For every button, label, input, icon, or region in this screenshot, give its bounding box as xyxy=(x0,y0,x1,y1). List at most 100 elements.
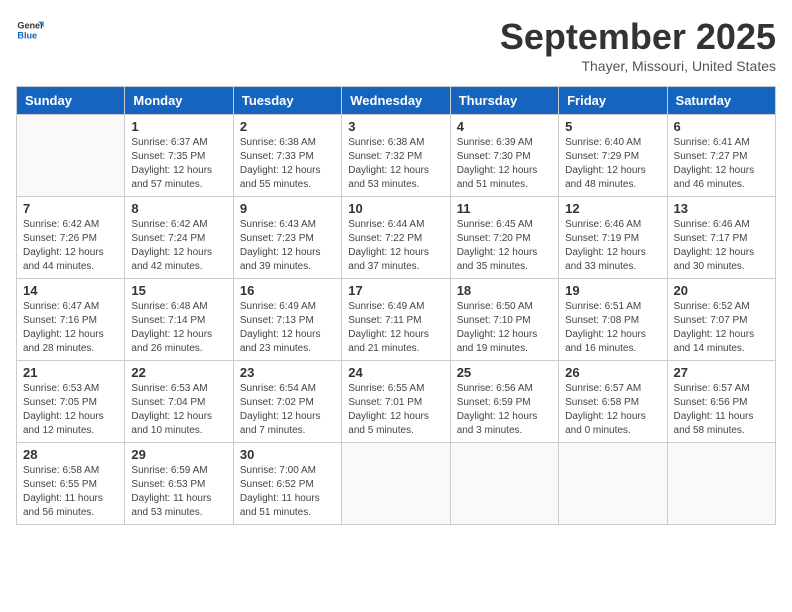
table-row xyxy=(450,443,558,525)
day-number: 2 xyxy=(240,119,335,134)
day-number: 3 xyxy=(348,119,443,134)
table-row: 30 Sunrise: 7:00 AM Sunset: 6:52 PM Dayli… xyxy=(233,443,341,525)
day-number: 24 xyxy=(348,365,443,380)
day-number: 10 xyxy=(348,201,443,216)
day-number: 15 xyxy=(131,283,226,298)
day-number: 12 xyxy=(565,201,660,216)
table-row: 19 Sunrise: 6:51 AM Sunset: 7:08 PM Dayli… xyxy=(559,279,667,361)
table-row: 4 Sunrise: 6:39 AM Sunset: 7:30 PM Daylig… xyxy=(450,115,558,197)
day-number: 6 xyxy=(674,119,769,134)
table-row: 8 Sunrise: 6:42 AM Sunset: 7:24 PM Daylig… xyxy=(125,197,233,279)
day-info: Sunrise: 6:43 AM Sunset: 7:23 PM Dayligh… xyxy=(240,218,335,274)
table-row: 26 Sunrise: 6:57 AM Sunset: 6:58 PM Dayli… xyxy=(559,361,667,443)
day-number: 5 xyxy=(565,119,660,134)
svg-text:Blue: Blue xyxy=(17,30,37,40)
day-info: Sunrise: 6:46 AM Sunset: 7:17 PM Dayligh… xyxy=(674,218,769,274)
table-row: 14 Sunrise: 6:47 AM Sunset: 7:16 PM Dayli… xyxy=(17,279,125,361)
day-number: 20 xyxy=(674,283,769,298)
day-number: 27 xyxy=(674,365,769,380)
table-row: 15 Sunrise: 6:48 AM Sunset: 7:14 PM Dayli… xyxy=(125,279,233,361)
day-info: Sunrise: 6:57 AM Sunset: 6:58 PM Dayligh… xyxy=(565,382,660,438)
table-row: 2 Sunrise: 6:38 AM Sunset: 7:33 PM Daylig… xyxy=(233,115,341,197)
table-row: 9 Sunrise: 6:43 AM Sunset: 7:23 PM Daylig… xyxy=(233,197,341,279)
day-info: Sunrise: 6:52 AM Sunset: 7:07 PM Dayligh… xyxy=(674,300,769,356)
day-info: Sunrise: 7:00 AM Sunset: 6:52 PM Dayligh… xyxy=(240,464,335,520)
day-info: Sunrise: 6:41 AM Sunset: 7:27 PM Dayligh… xyxy=(674,136,769,192)
day-number: 1 xyxy=(131,119,226,134)
day-info: Sunrise: 6:44 AM Sunset: 7:22 PM Dayligh… xyxy=(348,218,443,274)
table-row: 3Sunrise: 6:38 AM Sunset: 7:32 PM Daylig… xyxy=(342,115,450,197)
calendar-week-row: 21Sunrise: 6:53 AM Sunset: 7:05 PM Dayli… xyxy=(17,361,776,443)
calendar-title: September 2025 xyxy=(500,16,776,58)
day-info: Sunrise: 6:49 AM Sunset: 7:11 PM Dayligh… xyxy=(348,300,443,356)
table-row xyxy=(559,443,667,525)
day-info: Sunrise: 6:50 AM Sunset: 7:10 PM Dayligh… xyxy=(457,300,552,356)
table-row: 23 Sunrise: 6:54 AM Sunset: 7:02 PM Dayli… xyxy=(233,361,341,443)
day-info: Sunrise: 6:48 AM Sunset: 7:14 PM Dayligh… xyxy=(131,300,226,356)
page-header: General Blue September 2025 Thayer, Miss… xyxy=(16,16,776,74)
header-thursday: Thursday xyxy=(450,87,558,115)
day-number: 14 xyxy=(23,283,118,298)
day-number: 18 xyxy=(457,283,552,298)
table-row: 11 Sunrise: 6:45 AM Sunset: 7:20 PM Dayli… xyxy=(450,197,558,279)
table-row: 12 Sunrise: 6:46 AM Sunset: 7:19 PM Dayli… xyxy=(559,197,667,279)
calendar-week-row: 1Sunrise: 6:37 AM Sunset: 7:35 PM Daylig… xyxy=(17,115,776,197)
table-row: 20 Sunrise: 6:52 AM Sunset: 7:07 PM Dayli… xyxy=(667,279,775,361)
day-number: 16 xyxy=(240,283,335,298)
day-info: Sunrise: 6:39 AM Sunset: 7:30 PM Dayligh… xyxy=(457,136,552,192)
day-info: Sunrise: 6:53 AM Sunset: 7:05 PM Dayligh… xyxy=(23,382,118,438)
day-number: 4 xyxy=(457,119,552,134)
day-info: Sunrise: 6:56 AM Sunset: 6:59 PM Dayligh… xyxy=(457,382,552,438)
day-number: 26 xyxy=(565,365,660,380)
day-number: 13 xyxy=(674,201,769,216)
table-row: 24Sunrise: 6:55 AM Sunset: 7:01 PM Dayli… xyxy=(342,361,450,443)
table-row: 13 Sunrise: 6:46 AM Sunset: 7:17 PM Dayli… xyxy=(667,197,775,279)
table-row: 1Sunrise: 6:37 AM Sunset: 7:35 PM Daylig… xyxy=(125,115,233,197)
table-row: 10 Sunrise: 6:44 AM Sunset: 7:22 PM Dayli… xyxy=(342,197,450,279)
logo: General Blue xyxy=(16,16,44,44)
day-number: 25 xyxy=(457,365,552,380)
day-info: Sunrise: 6:42 AM Sunset: 7:24 PM Dayligh… xyxy=(131,218,226,274)
table-row: 16Sunrise: 6:49 AM Sunset: 7:13 PM Dayli… xyxy=(233,279,341,361)
day-number: 29 xyxy=(131,447,226,462)
table-row xyxy=(342,443,450,525)
day-number: 19 xyxy=(565,283,660,298)
day-info: Sunrise: 6:38 AM Sunset: 7:33 PM Dayligh… xyxy=(240,136,335,192)
table-row: 28Sunrise: 6:58 AM Sunset: 6:55 PM Dayli… xyxy=(17,443,125,525)
table-row: 29 Sunrise: 6:59 AM Sunset: 6:53 PM Dayli… xyxy=(125,443,233,525)
table-row: 18 Sunrise: 6:50 AM Sunset: 7:10 PM Dayli… xyxy=(450,279,558,361)
day-info: Sunrise: 6:54 AM Sunset: 7:02 PM Dayligh… xyxy=(240,382,335,438)
day-number: 7 xyxy=(23,201,118,216)
day-info: Sunrise: 6:59 AM Sunset: 6:53 PM Dayligh… xyxy=(131,464,226,520)
calendar-week-row: 28Sunrise: 6:58 AM Sunset: 6:55 PM Dayli… xyxy=(17,443,776,525)
day-info: Sunrise: 6:45 AM Sunset: 7:20 PM Dayligh… xyxy=(457,218,552,274)
header-sunday: Sunday xyxy=(17,87,125,115)
table-row: 6 Sunrise: 6:41 AM Sunset: 7:27 PM Daylig… xyxy=(667,115,775,197)
header-tuesday: Tuesday xyxy=(233,87,341,115)
header-wednesday: Wednesday xyxy=(342,87,450,115)
day-info: Sunrise: 6:47 AM Sunset: 7:16 PM Dayligh… xyxy=(23,300,118,356)
day-info: Sunrise: 6:46 AM Sunset: 7:19 PM Dayligh… xyxy=(565,218,660,274)
header-friday: Friday xyxy=(559,87,667,115)
header-monday: Monday xyxy=(125,87,233,115)
table-row: 22Sunrise: 6:53 AM Sunset: 7:04 PM Dayli… xyxy=(125,361,233,443)
day-info: Sunrise: 6:40 AM Sunset: 7:29 PM Dayligh… xyxy=(565,136,660,192)
day-number: 30 xyxy=(240,447,335,462)
table-row: 17Sunrise: 6:49 AM Sunset: 7:11 PM Dayli… xyxy=(342,279,450,361)
day-number: 23 xyxy=(240,365,335,380)
table-row xyxy=(667,443,775,525)
logo-icon: General Blue xyxy=(16,16,44,44)
table-row: 5 Sunrise: 6:40 AM Sunset: 7:29 PM Daylig… xyxy=(559,115,667,197)
title-block: September 2025 Thayer, Missouri, United … xyxy=(500,16,776,74)
calendar-header-row: Sunday Monday Tuesday Wednesday Thursday… xyxy=(17,87,776,115)
day-number: 11 xyxy=(457,201,552,216)
calendar-subtitle: Thayer, Missouri, United States xyxy=(500,58,776,74)
calendar-table: Sunday Monday Tuesday Wednesday Thursday… xyxy=(16,86,776,525)
day-info: Sunrise: 6:51 AM Sunset: 7:08 PM Dayligh… xyxy=(565,300,660,356)
day-number: 9 xyxy=(240,201,335,216)
day-info: Sunrise: 6:42 AM Sunset: 7:26 PM Dayligh… xyxy=(23,218,118,274)
table-row: 25 Sunrise: 6:56 AM Sunset: 6:59 PM Dayli… xyxy=(450,361,558,443)
day-number: 28 xyxy=(23,447,118,462)
day-number: 8 xyxy=(131,201,226,216)
header-saturday: Saturday xyxy=(667,87,775,115)
